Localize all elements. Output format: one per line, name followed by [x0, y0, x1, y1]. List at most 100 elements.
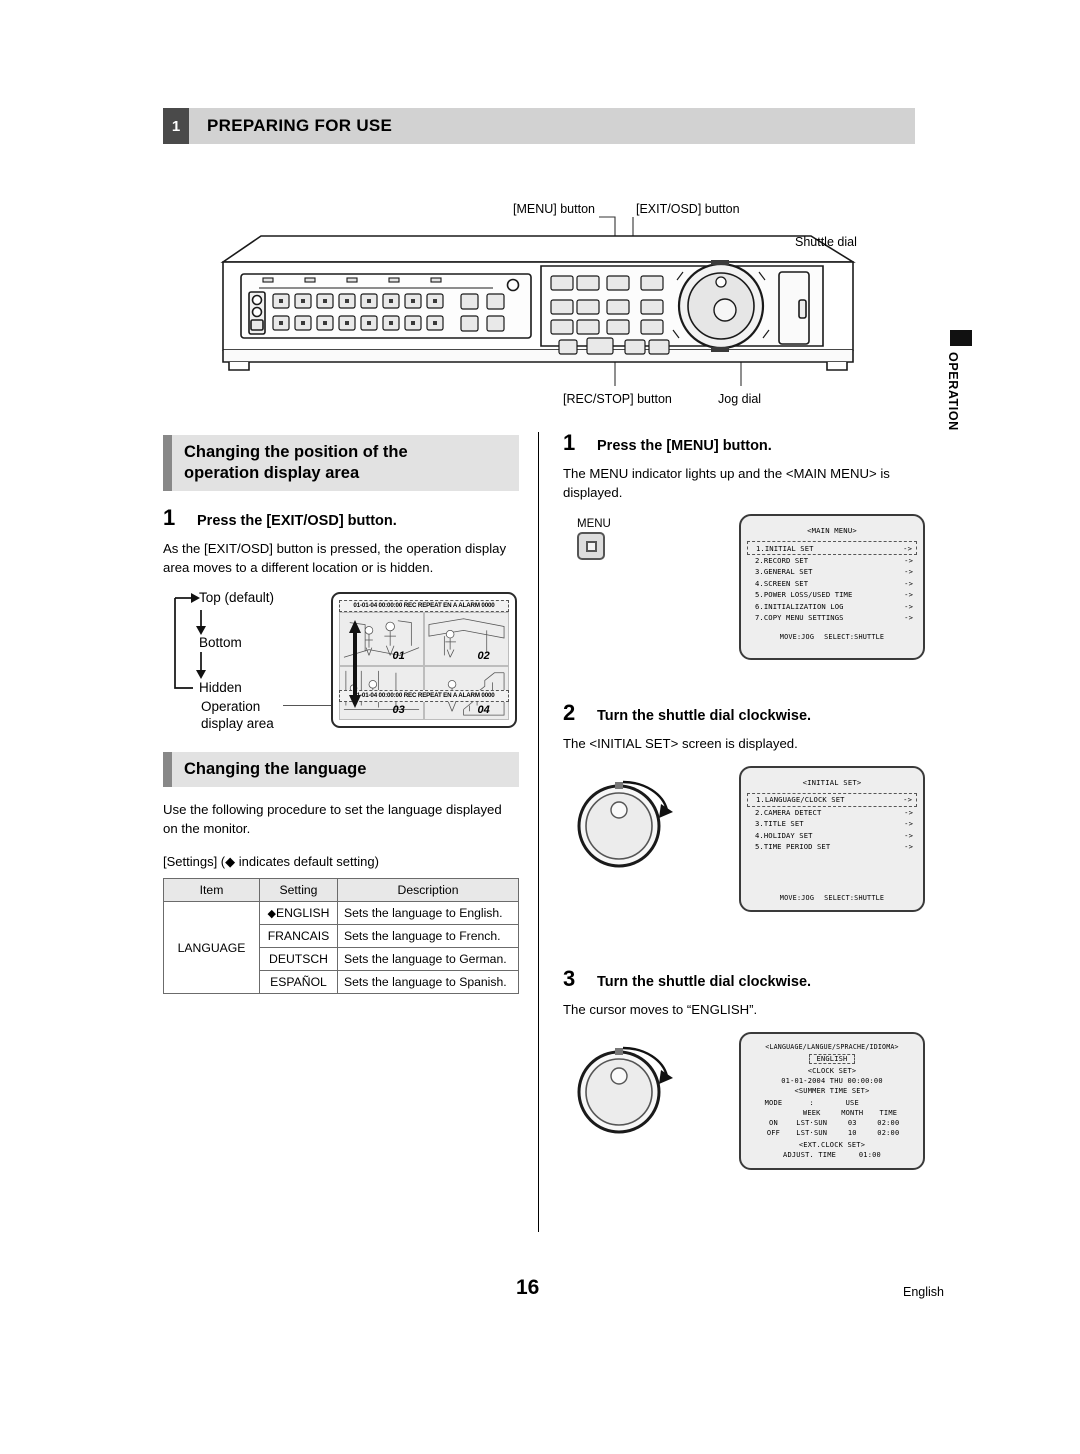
language-settings-table: Item Setting Description LANGUAGE ◆ENGLI… [163, 878, 519, 995]
table-row: LANGUAGE ◆ENGLISH Sets the language to E… [163, 901, 519, 995]
cell-desc-espanol: Sets the language to Spanish. [337, 970, 519, 995]
mode-label: MODE [764, 1098, 783, 1107]
menu-button-illustration: MENU [577, 518, 637, 561]
callout-menu-button: [MENU] button [513, 202, 595, 216]
item-arrow-icon: -> [904, 830, 913, 840]
initial-set-title: <INITIAL SET> [802, 778, 862, 788]
side-tab-operation: OPERATION [946, 330, 980, 431]
osd-screen-main-menu: <MAIN MENU> 1.INITIAL SET -> 2.RECORD SE… [739, 514, 925, 661]
callout-rec-stop-button: [REC/STOP] button [563, 392, 672, 406]
item-label: 7.COPY MENU SETTINGS [755, 612, 844, 622]
camera-number-3: 03 [392, 703, 405, 716]
off-month[interactable]: 10 [834, 1128, 870, 1138]
footer-language: English [903, 1285, 944, 1299]
ext-clock-title: <EXT.CLOCK SET> [798, 1140, 866, 1149]
summer-header-row: WEEK MONTH TIME [758, 1108, 907, 1118]
mode-pad [870, 1098, 906, 1108]
position-cycle-flow: Top (default) Bottom Hidden [171, 590, 321, 710]
summer-on-row: ON LST·SUN 03 02:00 [758, 1118, 907, 1128]
main-menu-item-power-loss[interactable]: 5.POWER LOSS/USED TIME -> [741, 589, 923, 600]
language-screen-title: <LANGUAGE/LANGUE/SPRACHE/IDIOMA> [765, 1042, 899, 1051]
item-arrow-icon: -> [904, 578, 913, 588]
header-setting: Setting [259, 878, 338, 903]
initial-set-footer: MOVE:JOG SELECT:SHUTTLE [741, 894, 923, 902]
summer-off-row: OFF LST·SUN 10 02:00 [758, 1128, 907, 1138]
chapter-title: PREPARING FOR USE [189, 108, 915, 144]
adjust-time-row: ADJUST. TIME 01:00 [741, 1150, 923, 1160]
item-label: 4.HOLIDAY SET [755, 830, 813, 840]
item-arrow-icon: -> [904, 807, 913, 817]
footer-move: MOVE:JOG [779, 633, 815, 642]
updown-arrow-icon [349, 619, 361, 708]
item-arrow-icon: -> [903, 543, 912, 553]
initial-set-item-title-set[interactable]: 3.TITLE SET -> [741, 818, 923, 829]
side-tab-label: OPERATION [946, 352, 960, 431]
section-heading-position: Changing the position of the operation d… [163, 435, 519, 492]
initial-set-item-language-clock[interactable]: 1.LANGUAGE/CLOCK SET -> [747, 793, 917, 807]
step-exit-osd: 1 Press the [EXIT/OSD] button. [163, 505, 519, 531]
shuttle-dial-clockwise-icon-2 [577, 1046, 673, 1134]
item-label: 1.LANGUAGE/CLOCK SET [756, 795, 845, 805]
item-label: 3.GENERAL SET [755, 567, 813, 577]
step2-header: 2 Turn the shuttle dial clockwise. [563, 700, 923, 726]
item-label: 1.INITIAL SET [756, 543, 814, 553]
footer-move: MOVE:JOG [779, 894, 815, 903]
item-arrow-icon: -> [904, 819, 913, 829]
step-number: 1 [163, 505, 176, 531]
section-heading-language-text: Changing the language [184, 759, 367, 778]
initial-set-item-holiday-set[interactable]: 4.HOLIDAY SET -> [741, 829, 923, 840]
item-label: 3.TITLE SET [755, 819, 804, 829]
initial-set-screen: <INITIAL SET> 1.LANGUAGE/CLOCK SET -> 2.… [739, 766, 925, 913]
selected-language-value[interactable]: ENGLISH [808, 1053, 856, 1064]
main-menu-item-record-set[interactable]: 2.RECORD SET -> [741, 555, 923, 566]
initial-set-item-camera-detect[interactable]: 2.CAMERA DETECT -> [741, 807, 923, 818]
mode-value[interactable]: USE [834, 1098, 870, 1108]
step3-header: 3 Turn the shuttle dial clockwise. [563, 966, 923, 992]
item-arrow-icon: -> [904, 841, 913, 851]
on-state: ON [769, 1118, 778, 1127]
main-menu-item-copy-menu-settings[interactable]: 7.COPY MENU SETTINGS -> [741, 612, 923, 623]
on-month[interactable]: 03 [834, 1118, 870, 1128]
cell-setting-francais: FRANCAIS [259, 924, 338, 949]
off-time[interactable]: 02:00 [870, 1128, 906, 1138]
cell-desc-deutsch: Sets the language to German. [337, 947, 519, 972]
menu-button-icon [577, 532, 605, 561]
main-menu-item-general-set[interactable]: 3.GENERAL SET -> [741, 566, 923, 577]
item-label: 2.RECORD SET [755, 556, 809, 566]
side-tab-marker [950, 330, 972, 346]
col-header-month: MONTH [841, 1108, 864, 1117]
page-number: 16 [516, 1276, 540, 1299]
setting-value: ENGLISH [275, 906, 330, 921]
step3-body: The cursor moves to “ENGLISH”. [563, 1002, 758, 1018]
default-diamond-icon: ◆ [267, 908, 276, 921]
adjust-time-value[interactable]: 01:00 [859, 1151, 881, 1159]
initial-set-item-time-period-set[interactable]: 5.TIME PERIOD SET -> [741, 841, 923, 852]
quad-view: 01 02 03 04 [339, 611, 509, 720]
item-arrow-icon: -> [904, 590, 913, 600]
on-week[interactable]: LST·SUN [789, 1118, 834, 1128]
operation-display-area-label: Operation display area [201, 698, 274, 732]
main-menu-item-initialization-log[interactable]: 6.INITIALIZATION LOG -> [741, 600, 923, 611]
heading-accent [163, 435, 172, 492]
adjust-time-label: ADJUST. TIME [783, 1150, 837, 1159]
osd-screen-language-clock: <LANGUAGE/LANGUE/SPRACHE/IDIOMA> ENGLISH… [739, 1031, 925, 1170]
cell-item-language: LANGUAGE [163, 901, 260, 995]
step-title: Press the [EXIT/OSD] button. [197, 513, 397, 530]
camera-number-4: 04 [477, 703, 490, 716]
item-arrow-icon: -> [904, 612, 913, 622]
off-week[interactable]: LST·SUN [789, 1128, 834, 1138]
step-body-exit-osd: As the [EXIT/OSD] button is pressed, the… [163, 541, 507, 575]
shuttle-dial-clockwise-icon [577, 781, 673, 868]
off-state: OFF [766, 1128, 781, 1137]
table-header-row: Item Setting Description [163, 878, 519, 903]
main-menu-item-initial-set[interactable]: 1.INITIAL SET -> [747, 541, 917, 555]
clock-screen-content: <LANGUAGE/LANGUE/SPRACHE/IDIOMA> ENGLISH… [741, 1042, 923, 1160]
dvr-front-panel-svg [220, 216, 856, 386]
step1-header: 1 Press the [MENU] button. [563, 430, 923, 456]
on-time[interactable]: 02:00 [870, 1118, 906, 1128]
main-menu-item-screen-set[interactable]: 4.SCREEN SET -> [741, 578, 923, 589]
empty-cell [758, 1108, 790, 1118]
heading-accent-2 [163, 751, 172, 787]
footer-select: SELECT:SHUTTLE [824, 633, 885, 642]
settings-note: [Settings] (◆ indicates default setting) [163, 854, 379, 870]
